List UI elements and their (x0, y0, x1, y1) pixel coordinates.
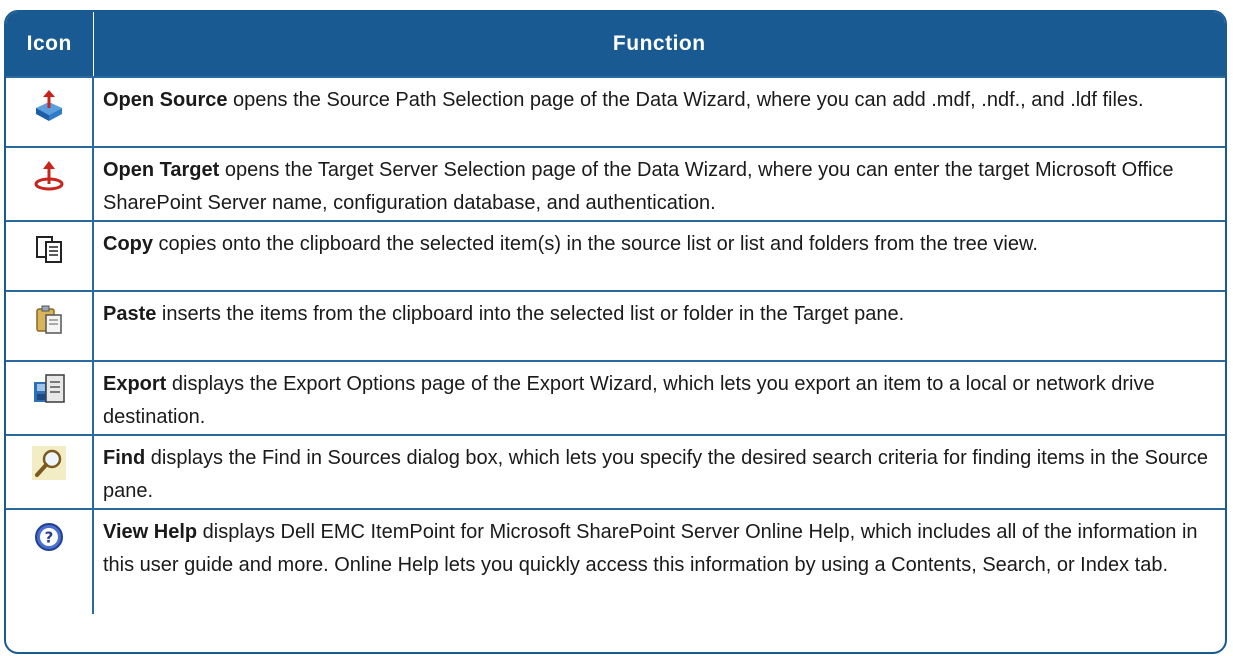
find-icon (32, 446, 66, 480)
table-row: ? View Help displays Dell EMC ItemPoint … (6, 508, 1225, 614)
function-term: Copy (103, 233, 153, 255)
function-cell: Open Target opens the Target Server Sele… (93, 146, 1225, 221)
function-description: View Help displays Dell EMC ItemPoint fo… (94, 510, 1225, 582)
open-source-icon (36, 90, 62, 121)
function-text: displays the Find in Sources dialog box,… (103, 447, 1208, 502)
icon-cell (6, 290, 94, 361)
icon-cell (6, 76, 94, 147)
table-row: Paste inserts the items from the clipboa… (6, 290, 1225, 361)
table-row: Find displays the Find in Sources dialog… (6, 434, 1225, 509)
function-cell: Find displays the Find in Sources dialog… (93, 434, 1225, 509)
svg-text:?: ? (45, 529, 54, 547)
export-icon (34, 374, 65, 403)
icon-cell (6, 146, 94, 221)
function-cell: Copy copies onto the clipboard the selec… (93, 220, 1225, 291)
function-description: Open Source opens the Source Path Select… (94, 78, 1225, 117)
header-function: Function (93, 12, 1225, 77)
copy-icon (36, 236, 62, 263)
function-cell: Export displays the Export Options page … (93, 360, 1225, 435)
function-description: Open Target opens the Target Server Sele… (94, 148, 1225, 220)
function-term: Open Source (103, 89, 228, 111)
icon-cell (6, 220, 94, 291)
function-text: copies onto the clipboard the selected i… (153, 233, 1038, 255)
table-header-row: Icon Function (6, 12, 1225, 77)
function-text: opens the Source Path Selection page of … (227, 89, 1144, 111)
icon-cell (6, 434, 94, 509)
function-cell: Open Source opens the Source Path Select… (93, 76, 1225, 147)
icon-function-table: Icon Function Open Source opens the Sour… (6, 12, 1225, 614)
function-term: Open Target (103, 159, 220, 181)
function-description: Find displays the Find in Sources dialog… (94, 436, 1225, 508)
paste-icon (36, 305, 62, 334)
function-text: displays the Export Options page of the … (103, 373, 1155, 428)
header-icon: Icon (6, 12, 94, 77)
function-description: Copy copies onto the clipboard the selec… (94, 222, 1225, 261)
function-description: Export displays the Export Options page … (94, 362, 1225, 434)
icon-cell (6, 360, 94, 435)
function-text: inserts the items from the clipboard int… (156, 303, 905, 325)
function-cell: View Help displays Dell EMC ItemPoint fo… (93, 508, 1225, 614)
function-text: displays Dell EMC ItemPoint for Microsof… (103, 521, 1198, 576)
function-description: Paste inserts the items from the clipboa… (94, 292, 1225, 331)
help-icon: ? (35, 523, 63, 551)
open-target-icon (34, 161, 64, 191)
icon-cell: ? (6, 508, 94, 614)
table-row: Open Source opens the Source Path Select… (6, 76, 1225, 147)
table-row: Export displays the Export Options page … (6, 360, 1225, 435)
function-term: Export (103, 373, 167, 395)
function-cell: Paste inserts the items from the clipboa… (93, 290, 1225, 361)
toolbar-icon-table: Icon Function Open Source opens the Sour… (4, 10, 1227, 654)
function-term: Find (103, 447, 146, 469)
function-text: opens the Target Server Selection page o… (103, 159, 1174, 214)
table-row: Open Target opens the Target Server Sele… (6, 146, 1225, 221)
table-row: Copy copies onto the clipboard the selec… (6, 220, 1225, 291)
function-term: Paste (103, 303, 157, 325)
function-term: View Help (103, 521, 198, 543)
